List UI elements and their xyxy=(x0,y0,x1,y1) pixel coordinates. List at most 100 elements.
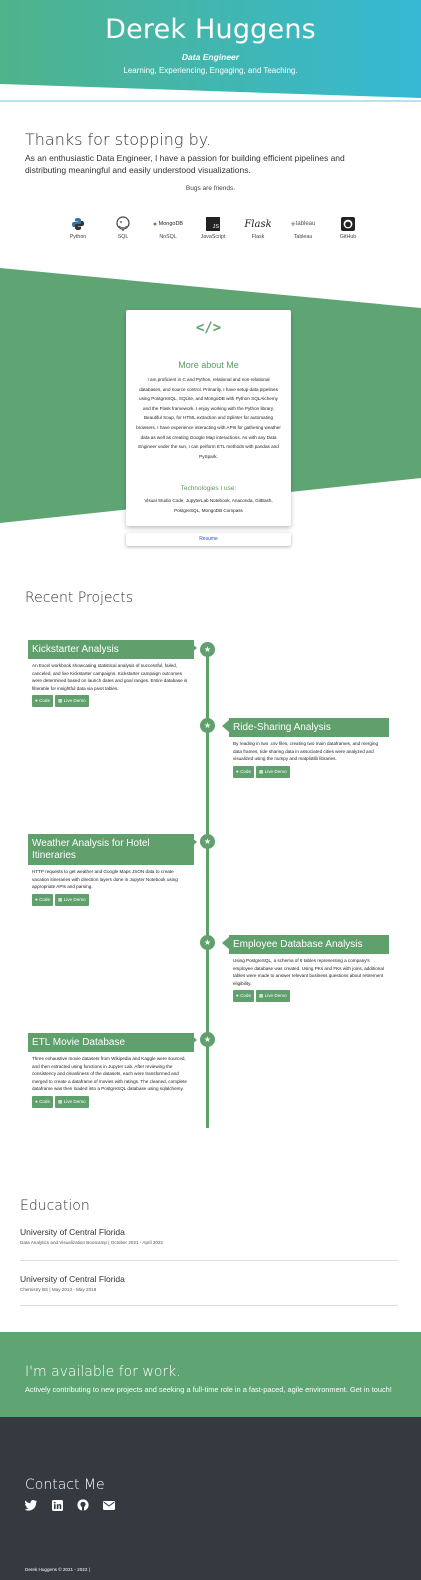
github-icon xyxy=(328,214,368,234)
technologies-text: Visual Studio Code, JupyterLab Notebook,… xyxy=(144,498,273,513)
skill-label: Tableau xyxy=(293,234,313,240)
hero-role: Data Engineer xyxy=(181,52,240,62)
live-demo-button[interactable]: ▩ Live Demo xyxy=(256,765,290,778)
timeline-star-icon: ★ xyxy=(200,718,215,733)
project-description: Using PostgreSQL, a schema of 6 tables r… xyxy=(233,958,384,986)
contact-heading: Contact Me xyxy=(25,1477,105,1493)
footer: Contact Me Derek Huggens © 2021 - 2022 | xyxy=(0,1417,421,1580)
skill-label: Flask xyxy=(251,234,265,240)
tableau-icon: ✚ tableau xyxy=(290,221,316,228)
code-button-label: Code xyxy=(39,698,51,704)
about-text: I am proficient in C and Python, relatio… xyxy=(136,377,281,459)
linkedin-icon[interactable] xyxy=(51,1499,63,1511)
skill-javascript: JS JavaScript xyxy=(193,214,233,240)
live-demo-button[interactable]: ▩ Live Demo xyxy=(55,1095,89,1108)
live-demo-button[interactable]: ▩ Live Demo xyxy=(256,990,290,1003)
project-title: Ride-Sharing Analysis xyxy=(229,718,389,737)
project-description: Three exhaustive movie datasets from Wik… xyxy=(32,1056,187,1092)
code-button-label: Code xyxy=(39,1098,51,1104)
timeline-star-icon: ★ xyxy=(200,642,215,657)
code-button-label: Code xyxy=(240,993,252,999)
social-links xyxy=(25,1499,115,1511)
education-item: University of Central Florida Chemistry … xyxy=(20,1274,398,1306)
project-title: Employee Database Analysis xyxy=(229,935,389,954)
availability-section: I'm available for work. Actively contrib… xyxy=(0,1332,421,1417)
mongodb-icon: ● MongoDB xyxy=(152,220,184,228)
project-description: HTTP requests to get weather and Google … xyxy=(32,869,178,890)
about-card: </> More about Me I am proficient in C a… xyxy=(126,310,291,526)
live-demo-label: Live Demo xyxy=(63,698,86,704)
project-title: ETL Movie Database xyxy=(28,1033,194,1052)
github-icon[interactable] xyxy=(77,1499,89,1511)
education-school: University of Central Florida xyxy=(20,1274,125,1284)
postgresql-icon xyxy=(103,214,143,234)
skill-label: JavaScript xyxy=(200,234,226,240)
timeline-star-icon: ★ xyxy=(200,935,215,950)
live-demo-label: Live Demo xyxy=(264,768,287,774)
skill-nosql: ● MongoDB NoSQL xyxy=(148,214,188,241)
project-card: Ride-Sharing Analysis By reading in two … xyxy=(229,718,389,778)
intro-text: As an enthusiastic Data Engineer, I have… xyxy=(25,153,345,175)
timeline-pointer xyxy=(222,720,229,732)
copyright-text: Derek Huggens © 2021 - 2022 | xyxy=(25,1567,90,1572)
flask-logo-text: Flask xyxy=(244,218,272,230)
email-icon[interactable] xyxy=(103,1499,115,1511)
timeline-star-icon: ★ xyxy=(200,834,215,849)
timeline-pointer xyxy=(222,937,229,949)
code-button[interactable]: ● Code xyxy=(32,893,54,906)
intro-title: Thanks for stopping by. xyxy=(25,130,212,149)
hero-tagline: Learning, Experiencing, Engaging, and Te… xyxy=(123,66,298,75)
project-description: By reading in two .csv files, creating t… xyxy=(233,741,379,762)
skill-sql: SQL xyxy=(103,214,143,240)
skill-tableau: ✚ tableau Tableau xyxy=(283,214,323,240)
skill-label: GitHub xyxy=(339,234,357,240)
hero-header: Derek Huggens Data Engineer Learning, Ex… xyxy=(0,0,421,104)
hero-name: Derek Huggens xyxy=(105,14,316,45)
project-card: ETL Movie Database Three exhaustive movi… xyxy=(28,1033,194,1108)
live-demo-label: Live Demo xyxy=(63,1098,86,1104)
project-title: Weather Analysis for Hotel Itineraries xyxy=(28,834,194,865)
project-description: An Excel workbook showcasing statistical… xyxy=(32,663,188,691)
skill-label: NoSQL xyxy=(159,234,177,240)
education-school: University of Central Florida xyxy=(20,1227,125,1237)
projects-heading: Recent Projects xyxy=(25,590,134,606)
code-icon: </> xyxy=(195,320,222,336)
code-button[interactable]: ● Code xyxy=(233,990,255,1003)
live-demo-label: Live Demo xyxy=(264,993,287,999)
skills-row: Python SQL ● MongoDB NoSQL JS JavaScript… xyxy=(58,214,368,240)
code-button-label: Code xyxy=(240,768,252,774)
python-icon xyxy=(58,214,98,234)
code-button[interactable]: ● Code xyxy=(233,765,255,778)
skill-flask: Flask Flask xyxy=(238,214,278,241)
js-logo-text: JS xyxy=(206,217,220,231)
timeline-star-icon: ★ xyxy=(200,1032,215,1047)
education-heading: Education xyxy=(20,1198,90,1214)
availability-heading: I'm available for work. xyxy=(25,1364,181,1380)
live-demo-label: Live Demo xyxy=(63,896,86,902)
technologies-heading: Technologies I use: xyxy=(180,485,237,492)
project-card: Weather Analysis for Hotel Itineraries H… xyxy=(28,834,194,906)
project-card: Employee Database Analysis Using Postgre… xyxy=(229,935,389,1003)
education-item: University of Central Florida Data Analy… xyxy=(20,1227,398,1261)
live-demo-button[interactable]: ▩ Live Demo xyxy=(55,695,89,708)
code-button-label: Code xyxy=(39,896,51,902)
twitter-icon[interactable] xyxy=(25,1499,37,1511)
project-title: Kickstarter Analysis xyxy=(28,640,194,659)
skill-label: Python xyxy=(69,234,87,240)
project-card: Kickstarter Analysis An Excel workbook s… xyxy=(28,640,194,708)
skill-label: SQL xyxy=(117,234,129,240)
availability-text: Actively contributing to new projects an… xyxy=(25,1385,392,1394)
code-button[interactable]: ● Code xyxy=(32,695,54,708)
resume-button[interactable]: Resume xyxy=(126,533,291,546)
skill-python: Python xyxy=(58,214,98,240)
code-button[interactable]: ● Code xyxy=(32,1095,54,1108)
flask-icon: Flask xyxy=(238,214,278,234)
mongodb-logo-text: MongoDB xyxy=(158,221,184,227)
education-detail: Data Analytics and Visualization Bootcam… xyxy=(20,1240,164,1245)
live-demo-button[interactable]: ▩ Live Demo xyxy=(55,893,89,906)
bugs-text: Bugs are friends. xyxy=(185,185,236,192)
javascript-icon: JS xyxy=(193,214,233,234)
education-detail: Chemistry BS | May 2013 - May 2018 xyxy=(20,1287,97,1292)
tableau-logo-text: tableau xyxy=(295,221,316,227)
about-heading: More about Me xyxy=(178,360,239,370)
